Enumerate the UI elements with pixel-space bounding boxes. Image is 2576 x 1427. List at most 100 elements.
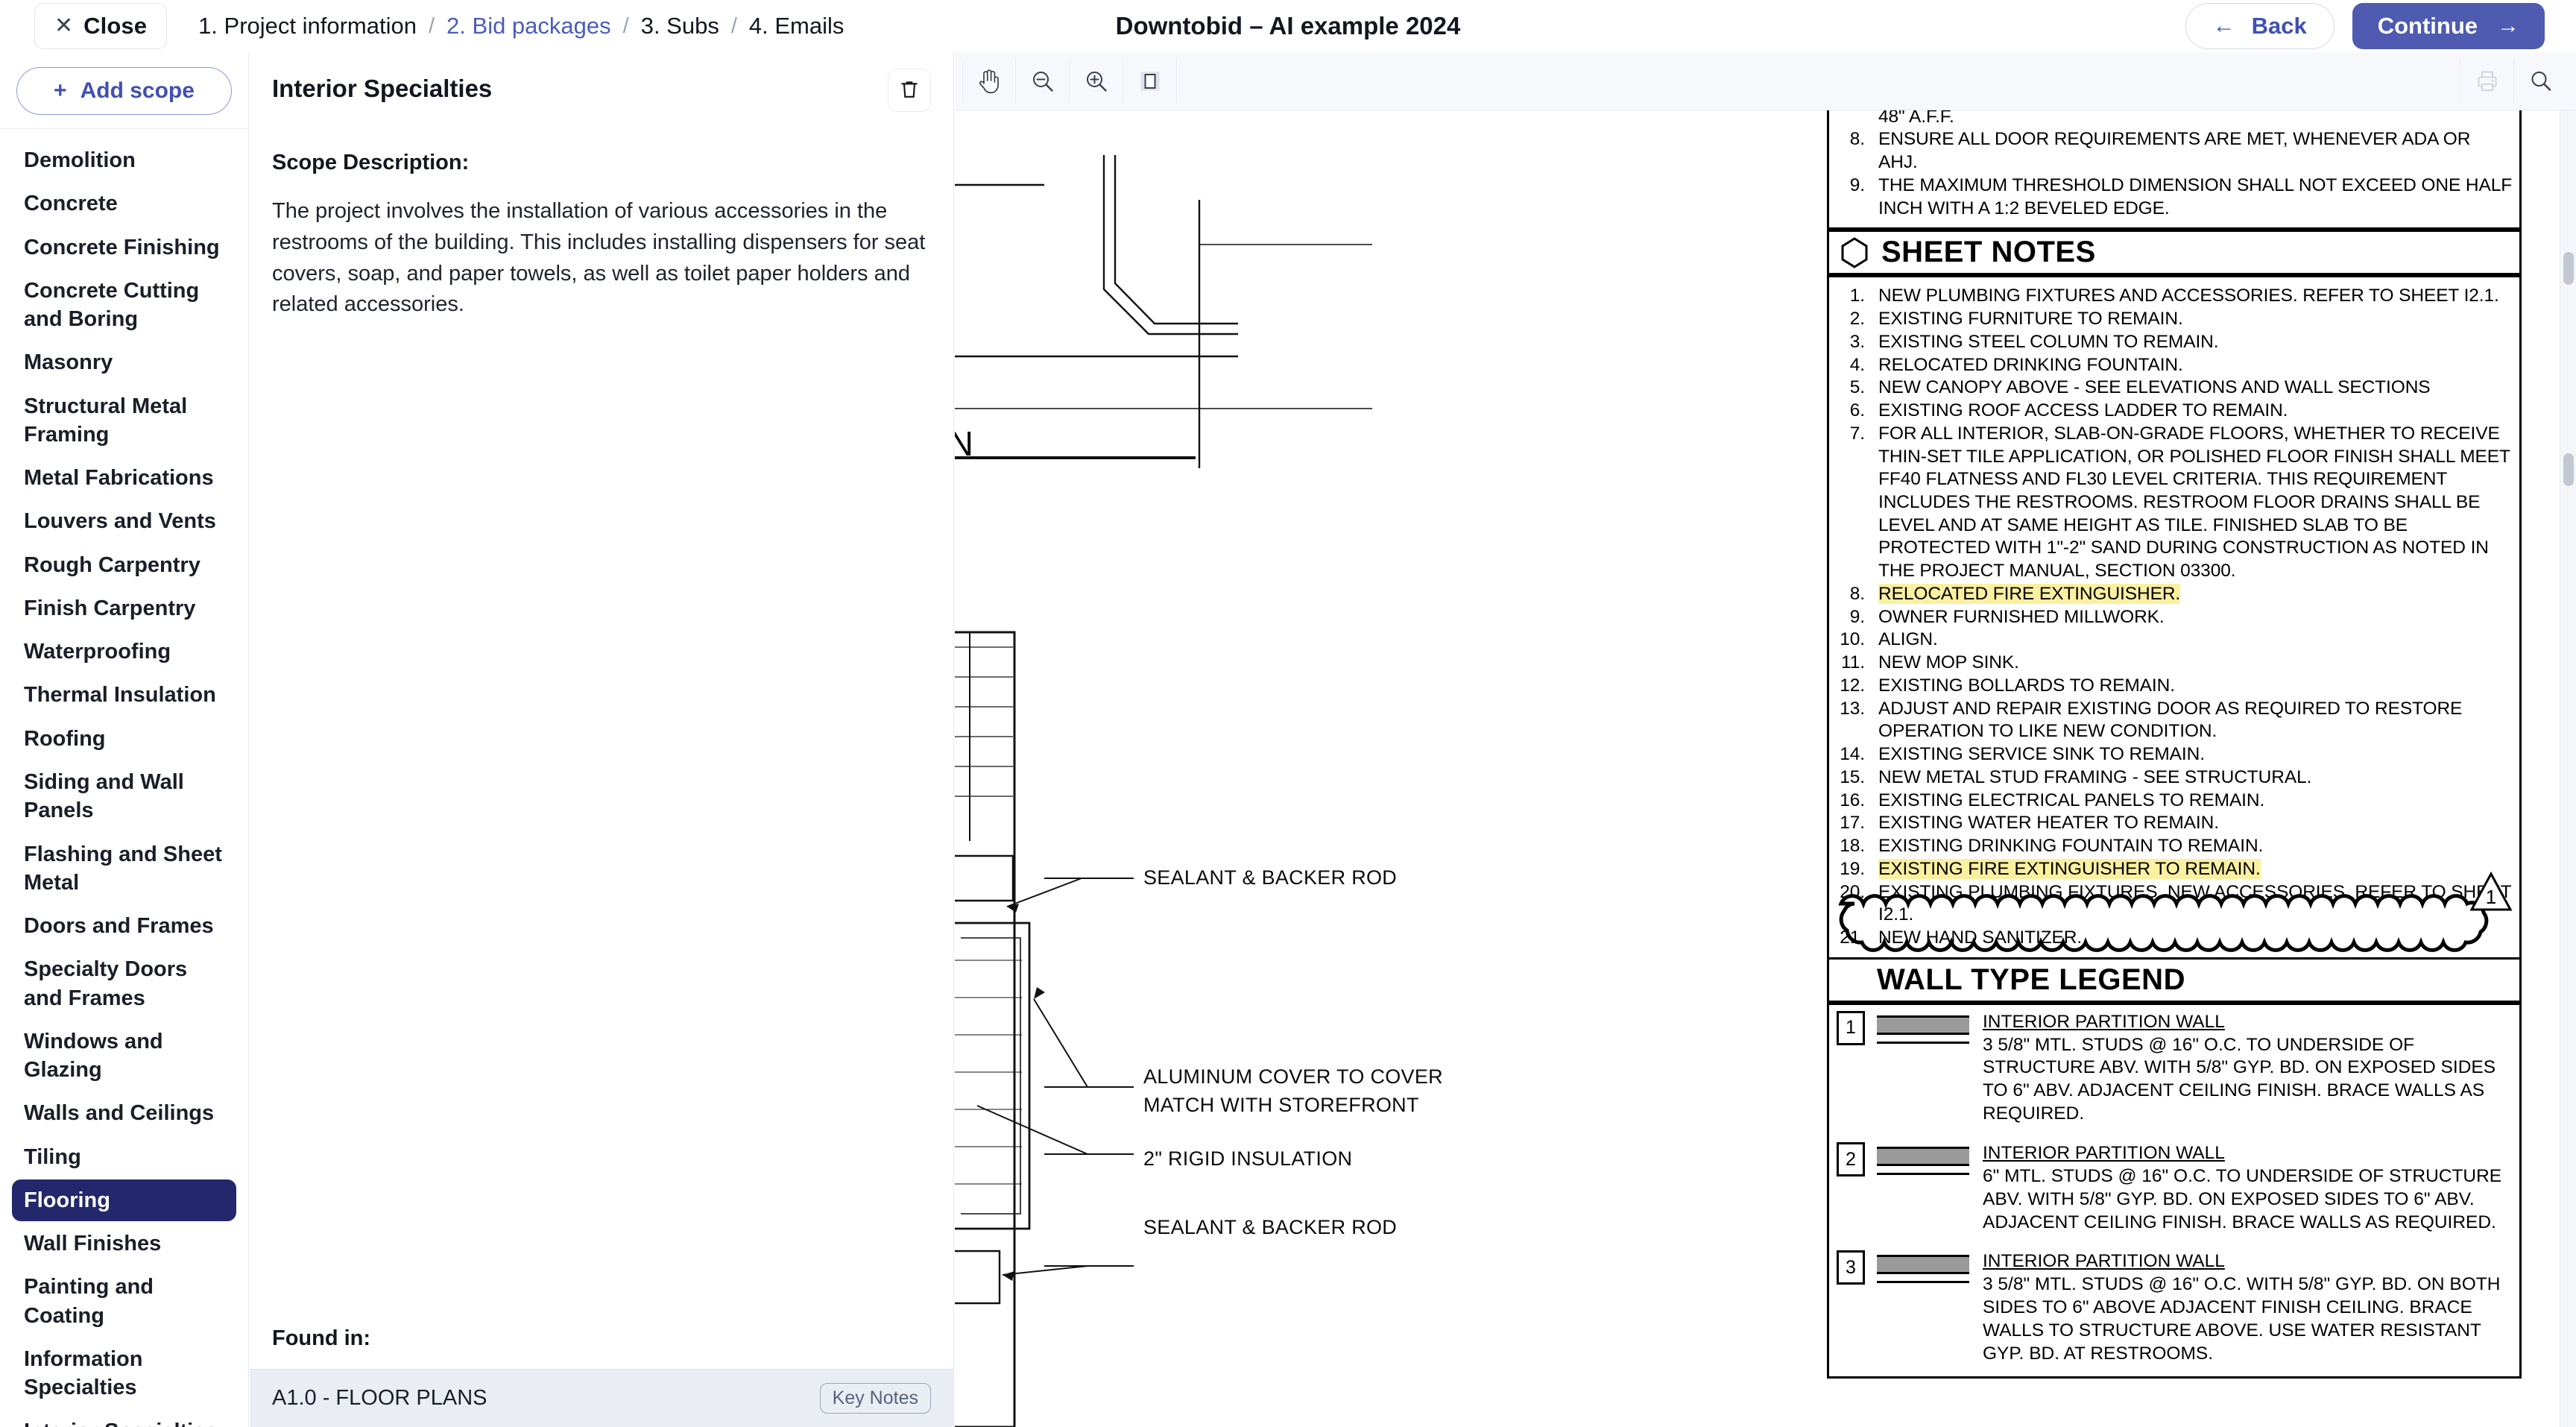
pdf-tool-group	[962, 58, 1177, 104]
note-item: 14. EXISTING SERVICE SINK TO REMAIN.	[1835, 743, 2513, 766]
back-button[interactable]: ← Back	[2185, 3, 2334, 49]
note-number: 5.	[1849, 377, 1865, 398]
note-text-plain: NEW PLUMBING FIXTURES AND ACCESSORIES. R…	[1878, 286, 2499, 306]
general-notes-list: SHALL BE INSTALLED NO LOWER THAN 34" A.F…	[1829, 110, 2519, 227]
breadcrumb-step-3[interactable]: 3. Subs	[641, 13, 719, 40]
sidebar-item[interactable]: Roofing	[12, 718, 236, 760]
hand-tool-button[interactable]	[962, 58, 1016, 104]
note-text-plain: NEW CANOPY ABOVE - SEE ELEVATIONS AND WA…	[1878, 377, 2431, 398]
note-text-plain: NEW HAND SANITIZER.	[1878, 927, 2083, 948]
delete-scope-button[interactable]	[888, 69, 931, 112]
print-icon	[2478, 71, 2496, 91]
detail-spacer	[250, 321, 953, 1326]
breadcrumb-step-4[interactable]: 4. Emails	[749, 13, 844, 40]
sidebar-item[interactable]: Concrete Finishing	[12, 227, 236, 268]
wall-type-description: 3 5/8" MTL. STUDS @ 16" O.C. WITH 5/8" G…	[1983, 1274, 2501, 1364]
callout-sealant-backer-rod-top: SEALANT & BACKER ROD	[1143, 866, 1398, 889]
note-text-plain: EXISTING SERVICE SINK TO REMAIN.	[1878, 744, 2205, 765]
sidebar-item[interactable]: Painting and Coating	[12, 1266, 236, 1337]
sidebar-item[interactable]: Doors and Frames	[12, 905, 236, 947]
sidebar-item[interactable]: Information Specialties	[12, 1338, 236, 1409]
scope-description-text: The project involves the installation of…	[272, 199, 926, 317]
note-item: 12. EXISTING BOLLARDS TO REMAIN.	[1835, 675, 2513, 698]
sheet-notes-list: 1. NEW PLUMBING FIXTURES AND ACCESSORIES.…	[1829, 277, 2519, 957]
scope-detail-header: Interior Specialties	[250, 52, 953, 112]
pdf-vertical-scrollbar[interactable]	[2560, 110, 2576, 1427]
sidebar-item[interactable]: Interior Specialties	[12, 1411, 236, 1427]
pdf-page-canvas[interactable]: AN NORTH SEALANT & BACKER ROD ALUMINUM C…	[955, 110, 2576, 1427]
scope-detail-panel: Interior Specialties Scope Description: …	[250, 52, 954, 1427]
note-text-plain: NEW MOP SINK.	[1878, 652, 2019, 673]
wall-type-number: 1	[1837, 1010, 1865, 1045]
close-button[interactable]: ✕ Close	[34, 3, 168, 49]
found-in-label: Found in:	[272, 1326, 371, 1350]
note-item: 1. NEW PLUMBING FIXTURES AND ACCESSORIES.…	[1835, 285, 2513, 308]
sidebar-item[interactable]: Waterproofing	[12, 631, 236, 672]
note-number	[1835, 110, 1878, 128]
sidebar-item[interactable]: Walls and Ceilings	[12, 1092, 236, 1134]
sidebar-item[interactable]: Louvers and Vents	[12, 500, 236, 542]
sidebar-item[interactable]: Concrete Cutting and Boring	[12, 270, 236, 341]
scope-sidebar: + Add scope Demolition Concrete Concrete F…	[0, 52, 249, 1427]
pdf-scroll-thumb-top[interactable]	[2563, 252, 2574, 285]
note-number: 7.	[1849, 423, 1865, 444]
found-in-sheet-name: A1.0 - FLOOR PLANS	[272, 1386, 487, 1410]
sidebar-item[interactable]: Wall Finishes	[12, 1223, 236, 1264]
breadcrumb-step-2[interactable]: 2. Bid packages	[446, 13, 611, 40]
breadcrumb-separator: /	[428, 13, 435, 38]
hexagon-icon	[1841, 237, 1868, 268]
sidebar-item[interactable]: Tiling	[12, 1136, 236, 1178]
sidebar-item[interactable]: Windows and Glazing	[12, 1021, 236, 1091]
search-icon	[2531, 71, 2551, 91]
sidebar-item[interactable]: Thermal Insulation	[12, 674, 236, 716]
sidebar-item[interactable]: Masonry	[12, 341, 236, 383]
note-number: 19.	[1840, 858, 1865, 879]
continue-button[interactable]: Continue →	[2352, 3, 2545, 49]
page-fit-button[interactable]	[1123, 58, 1177, 104]
pdf-scroll-thumb-bottom[interactable]	[2563, 453, 2574, 486]
note-text: EXISTING FIRE EXTINGUISHER TO REMAIN.	[1878, 858, 2513, 881]
search-button[interactable]	[2513, 58, 2567, 104]
note-text-plain: ALIGN.	[1878, 629, 1938, 650]
note-number: 8.	[1849, 129, 1865, 150]
note-text-plain: EXISTING BOLLARDS TO REMAIN.	[1878, 675, 2175, 696]
add-scope-container: + Add scope	[0, 52, 248, 129]
arrow-left-icon: ←	[2212, 13, 2235, 38]
sidebar-item[interactable]: Flooring	[12, 1179, 236, 1222]
key-notes-badge[interactable]: Key Notes	[819, 1383, 931, 1414]
note-text-plain: FOR ALL INTERIOR, SLAB-ON-GRADE FLOORS, …	[1878, 423, 2510, 582]
add-scope-button[interactable]: + Add scope	[16, 67, 232, 115]
sidebar-item[interactable]: Metal Fabrications	[12, 457, 236, 499]
zoom-in-button[interactable]	[1070, 58, 1123, 104]
general-notes-continuation: SHALL BE INSTALLED NO LOWER THAN 34" A.F…	[1827, 110, 2522, 233]
breadcrumb-step-1[interactable]: 1. Project information	[198, 13, 417, 40]
zoom-out-icon	[1032, 71, 1053, 92]
note-item: 7. FOR ALL INTERIOR, SLAB-ON-GRADE FLOORS…	[1835, 423, 2513, 583]
note-text: EXISTING PLUMBING FIXTURES. NEW ACCESSOR…	[1878, 881, 2513, 927]
note-item: 19. EXISTING FIRE EXTINGUISHER TO REMAIN.	[1835, 858, 2513, 881]
pdf-toolbar	[955, 52, 2576, 110]
sidebar-item[interactable]: Siding and Wall Panels	[12, 761, 236, 832]
zoom-out-button[interactable]	[1016, 58, 1070, 104]
print-button[interactable]	[2460, 58, 2513, 104]
note-text-plain: ENSURE ALL DOOR REQUIREMENTS ARE MET, WH…	[1878, 129, 2471, 173]
sidebar-item[interactable]: Finish Carpentry	[12, 588, 236, 629]
sidebar-item[interactable]: Flashing and Sheet Metal	[12, 834, 236, 904]
scope-description-label: Scope Description:	[272, 151, 470, 174]
sidebar-item[interactable]: Concrete	[12, 183, 236, 224]
note-text: EXISTING DRINKING FOUNTAIN TO REMAIN.	[1878, 835, 2513, 858]
sidebar-item[interactable]: Structural Metal Framing	[12, 385, 236, 456]
note-text-plain: EXISTING FURNITURE TO REMAIN.	[1878, 309, 2183, 330]
wall-legend-title-bar: WALL TYPE LEGEND	[1827, 959, 2522, 1005]
note-text: OWNER FURNISHED MILLWORK.	[1878, 606, 2513, 629]
note-text: EXISTING BOLLARDS TO REMAIN.	[1878, 675, 2513, 698]
wall-type-description: 3 5/8" MTL. STUDS @ 16" O.C. TO UNDERSID…	[1983, 1034, 2496, 1124]
wall-type-heading: INTERIOR PARTITION WALL	[1983, 1251, 2225, 1272]
add-scope-label: Add scope	[80, 78, 195, 103]
found-in-row[interactable]: A1.0 - FLOOR PLANS Key Notes	[250, 1369, 953, 1427]
sidebar-item[interactable]: Rough Carpentry	[12, 544, 236, 586]
sidebar-item[interactable]: Demolition	[12, 139, 236, 181]
note-text: EXISTING WATER HEATER TO REMAIN.	[1878, 812, 2513, 835]
note-number: 18.	[1840, 836, 1865, 857]
sidebar-item[interactable]: Specialty Doors and Frames	[12, 948, 236, 1019]
